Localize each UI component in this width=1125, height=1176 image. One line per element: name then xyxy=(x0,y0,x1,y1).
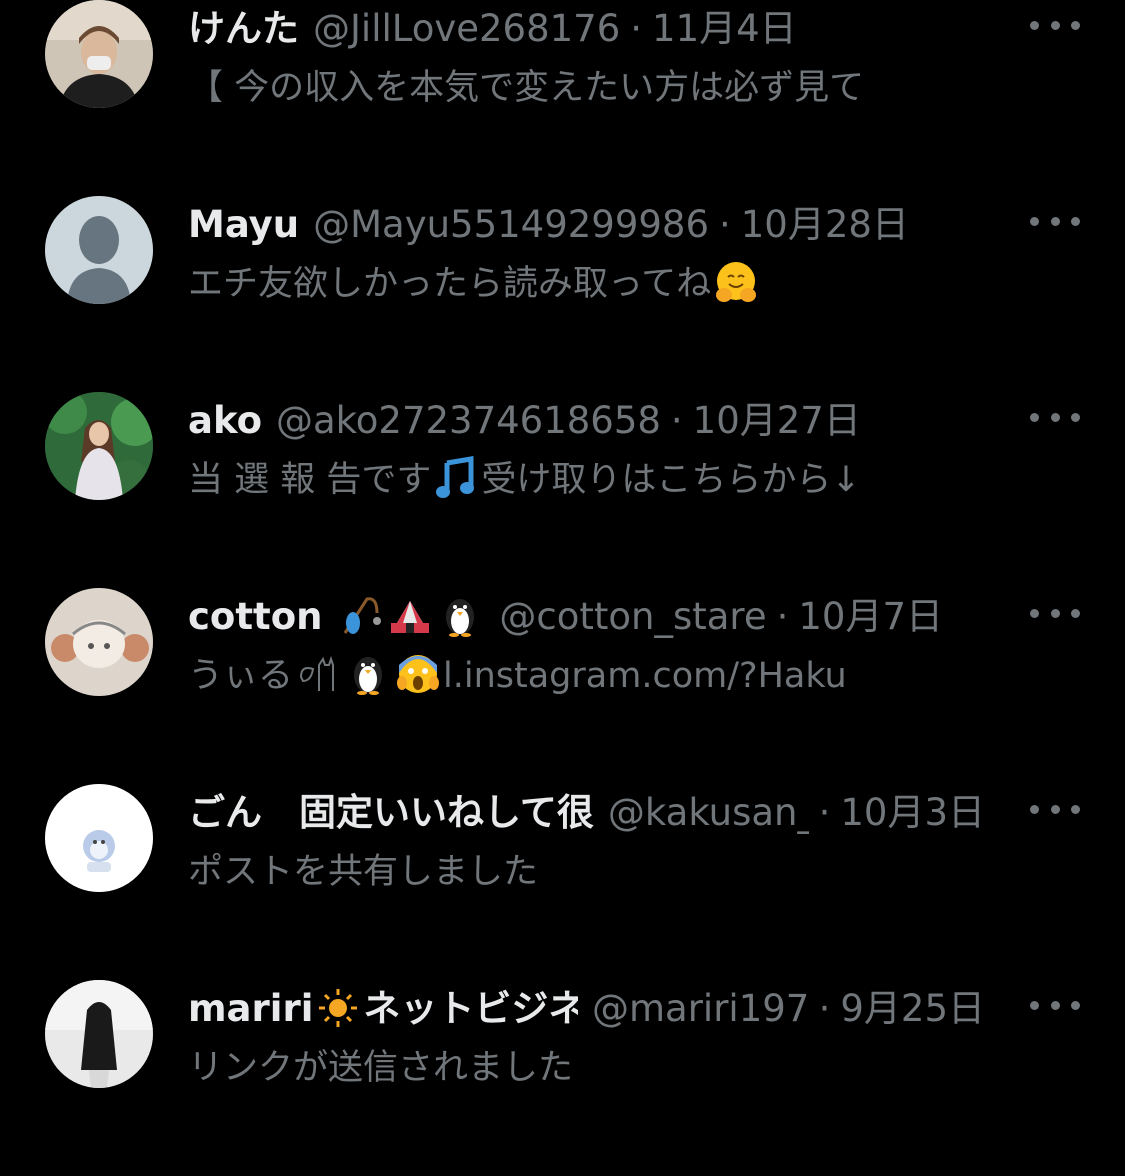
avatar-image xyxy=(45,392,153,500)
conversation-item[interactable]: けんた @JillLove268176 · 11月4日 【 今の収入を本気で変え… xyxy=(0,0,1125,196)
display-name: ごん 固定いいねして很 xyxy=(188,791,594,834)
conversation-item[interactable]: cotton @cotton_stare · 10月7日 うぃる l.insta… xyxy=(0,588,1125,784)
penguin-emoji-icon xyxy=(446,598,475,637)
more-options-icon[interactable] xyxy=(1030,10,1080,40)
display-name: ako xyxy=(188,399,262,442)
message-text: エチ友欲しかったら読み取ってね xyxy=(188,264,712,304)
separator-dot: · xyxy=(818,987,831,1030)
timestamp: 9月25日 xyxy=(840,987,985,1030)
user-handle: @kakusan_ xyxy=(607,791,809,834)
user-handle: @Mayu55149299986 xyxy=(313,203,709,246)
sun-emoji-icon xyxy=(319,988,358,1027)
avatar-image xyxy=(45,784,153,892)
display-name: けんた xyxy=(188,7,299,50)
message-preview: リンクが送信されました xyxy=(188,1048,574,1088)
user-handle: @ako272374618658 xyxy=(276,399,661,442)
display-name: mariri ネットビジネ xyxy=(188,980,578,1038)
more-options-icon[interactable] xyxy=(1030,402,1080,432)
timestamp: 10月3日 xyxy=(840,791,985,834)
cat-doodle-icon xyxy=(300,655,335,691)
message-text: うぃる xyxy=(188,656,294,696)
separator-dot: · xyxy=(818,791,831,834)
message-text: 当 選 報 告です xyxy=(188,460,432,500)
avatar-image xyxy=(45,0,153,108)
hugging-face-emoji-icon xyxy=(716,262,757,302)
penguin-emoji-icon xyxy=(354,657,383,695)
message-link-text: l.instagram.com/?Haku xyxy=(443,656,847,696)
separator-dot: · xyxy=(670,399,683,442)
timestamp: 10月28日 xyxy=(740,203,909,246)
separator-dot: · xyxy=(776,595,789,638)
avatar[interactable] xyxy=(45,196,153,304)
circus-tent-emoji-icon xyxy=(391,600,430,633)
message-preview: うぃる l.instagram.com/?Haku xyxy=(188,648,928,704)
avatar[interactable] xyxy=(45,392,153,500)
more-options-icon[interactable] xyxy=(1030,794,1080,824)
timestamp: 10月27日 xyxy=(692,399,861,442)
message-preview: 【 今の収入を本気で変えたい方は必ず見て xyxy=(188,68,865,108)
user-handle: @JillLove268176 xyxy=(313,7,621,50)
avatar[interactable] xyxy=(45,980,153,1088)
separator-dot: · xyxy=(719,203,731,246)
message-preview: 当 選 報 告です 受け取りはこちらから↓ xyxy=(188,452,928,508)
avatar[interactable] xyxy=(45,784,153,892)
separator-dot: · xyxy=(630,7,643,50)
default-avatar-icon xyxy=(45,196,153,304)
message-text-continued: 受け取りはこちらから↓ xyxy=(481,460,861,500)
conversation-item[interactable]: mariri ネットビジネ @mariri1973 · 9月25日 リンクが送信… xyxy=(0,980,1125,1176)
message-preview: エチ友欲しかったら読み取ってね xyxy=(188,256,928,312)
more-options-icon[interactable] xyxy=(1030,598,1080,628)
avatar-image xyxy=(45,588,153,696)
music-notes-emoji-icon xyxy=(436,456,475,498)
display-name: cotton xyxy=(188,588,485,646)
message-preview: ポストを共有しました xyxy=(188,852,539,892)
avatar[interactable] xyxy=(45,588,153,696)
screaming-face-emoji-icon xyxy=(397,655,440,693)
conversation-item[interactable]: Mayu @Mayu55149299986 · 10月28日 エチ友欲しかったら… xyxy=(0,196,1125,392)
conversation-item[interactable]: ako @ako272374618658 · 10月27日 当 選 報 告です … xyxy=(0,392,1125,588)
more-options-icon[interactable] xyxy=(1030,990,1080,1020)
user-handle: @cotton_stare xyxy=(499,595,767,638)
user-handle: @mariri1973 xyxy=(592,987,809,1030)
timestamp: 11月4日 xyxy=(652,7,797,50)
conversation-item[interactable]: ごん 固定いいねして很 @kakusan_ · 10月3日 ポストを共有しました xyxy=(0,784,1125,980)
display-name: Mayu xyxy=(188,203,300,246)
fishing-pole-emoji-icon xyxy=(344,596,382,634)
avatar-image xyxy=(45,980,153,1088)
avatar[interactable] xyxy=(45,0,153,108)
more-options-icon[interactable] xyxy=(1030,206,1080,236)
timestamp: 10月7日 xyxy=(798,595,943,638)
